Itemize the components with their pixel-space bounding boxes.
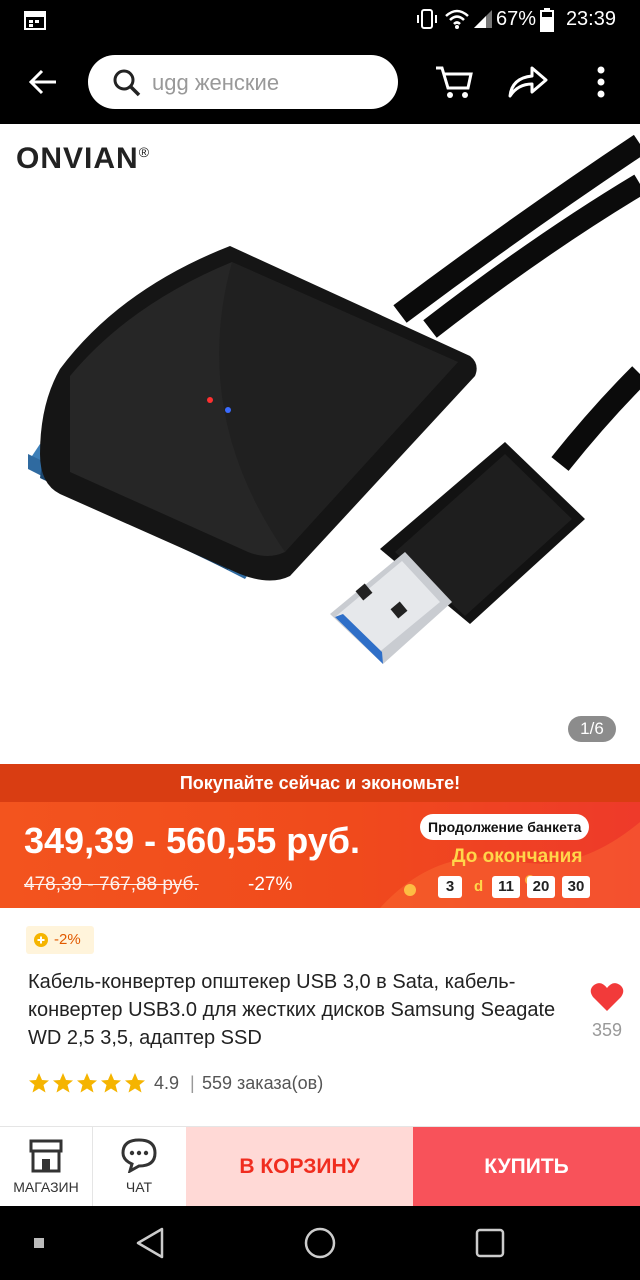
back-arrow-icon[interactable]: [28, 68, 58, 96]
store-label: МАГАЗИН: [13, 1179, 79, 1195]
heart-icon[interactable]: [590, 982, 624, 1012]
overview-square-icon[interactable]: [474, 1227, 506, 1259]
bottom-action-bar: МАГАЗИН ЧАТ В КОРЗИНУ КУПИТЬ: [0, 1126, 640, 1207]
buy-now-button[interactable]: КУПИТЬ: [413, 1127, 640, 1207]
promo-headline: Покупайте сейчас и экономьте!: [0, 764, 640, 802]
chat-icon: [121, 1138, 157, 1173]
store-button[interactable]: МАГАЗИН: [0, 1127, 92, 1207]
star-icon: [77, 1073, 97, 1093]
clock: 23:39: [565, 8, 616, 30]
discount-percent: -27%: [248, 874, 293, 895]
system-nav-bar: [0, 1206, 640, 1280]
back-triangle-icon[interactable]: [134, 1226, 166, 1260]
status-bar: 67% 23:39: [0, 0, 640, 40]
chat-label: ЧАТ: [125, 1179, 153, 1195]
coin-icon: [34, 933, 48, 947]
star-icon: [125, 1073, 145, 1093]
top-bar: [0, 40, 640, 124]
star-icon: [101, 1073, 121, 1093]
share-icon[interactable]: [506, 64, 550, 100]
countdown-days-unit: d: [474, 878, 484, 895]
star-icon: [53, 1073, 73, 1093]
countdown-seconds: 30: [562, 876, 590, 898]
more-vert-icon[interactable]: [594, 64, 608, 100]
search-input[interactable]: [150, 65, 384, 101]
product-title: Кабель-конвертер општекер USB 3,0 в Sata…: [28, 971, 556, 1049]
add-to-cart-button[interactable]: В КОРЗИНУ: [186, 1127, 413, 1207]
rating-stars: [28, 1072, 148, 1101]
rating-divider: |: [190, 1073, 195, 1093]
orders-count: 559 заказа(ов): [202, 1073, 324, 1093]
countdown-label: До окончания: [452, 846, 583, 867]
signal-icon: [474, 10, 492, 28]
store-icon: [29, 1139, 63, 1173]
price-range: 349,39 - 560,55 руб.: [24, 820, 360, 861]
wishlist-count: 359: [591, 1020, 623, 1040]
cart-icon[interactable]: [434, 62, 474, 102]
event-badge: Продолжение банкета: [420, 814, 590, 840]
old-price-range: 478,39 - 767,88 руб.: [24, 874, 199, 895]
wifi-icon: [445, 9, 469, 29]
battery-percent: 67%: [495, 8, 536, 30]
search-icon: [113, 69, 141, 97]
vibrate-icon: [417, 9, 437, 29]
countdown-minutes: 20: [527, 876, 555, 898]
search-bar[interactable]: [88, 55, 398, 109]
countdown-hours: 11: [492, 876, 520, 898]
image-counter: 1/6: [568, 716, 616, 742]
countdown-days: 3: [438, 876, 462, 898]
calendar-icon: [24, 11, 46, 30]
rating-value: 4.9: [154, 1073, 180, 1093]
product-image-gallery[interactable]: ONVIAN® 1/6: [0, 124, 640, 764]
star-icon: [29, 1073, 49, 1093]
chat-button[interactable]: ЧАТ: [93, 1127, 185, 1207]
home-circle-icon[interactable]: [303, 1226, 337, 1260]
battery-icon: [540, 8, 554, 32]
product-image: [28, 134, 640, 664]
coupon-badge[interactable]: -2%: [26, 926, 94, 954]
recent-dot-icon[interactable]: [34, 1238, 44, 1248]
coupon-text: -2%: [54, 931, 81, 948]
promo-banner: 349,39 - 560,55 руб. 478,39 - 767,88 руб…: [0, 802, 640, 908]
